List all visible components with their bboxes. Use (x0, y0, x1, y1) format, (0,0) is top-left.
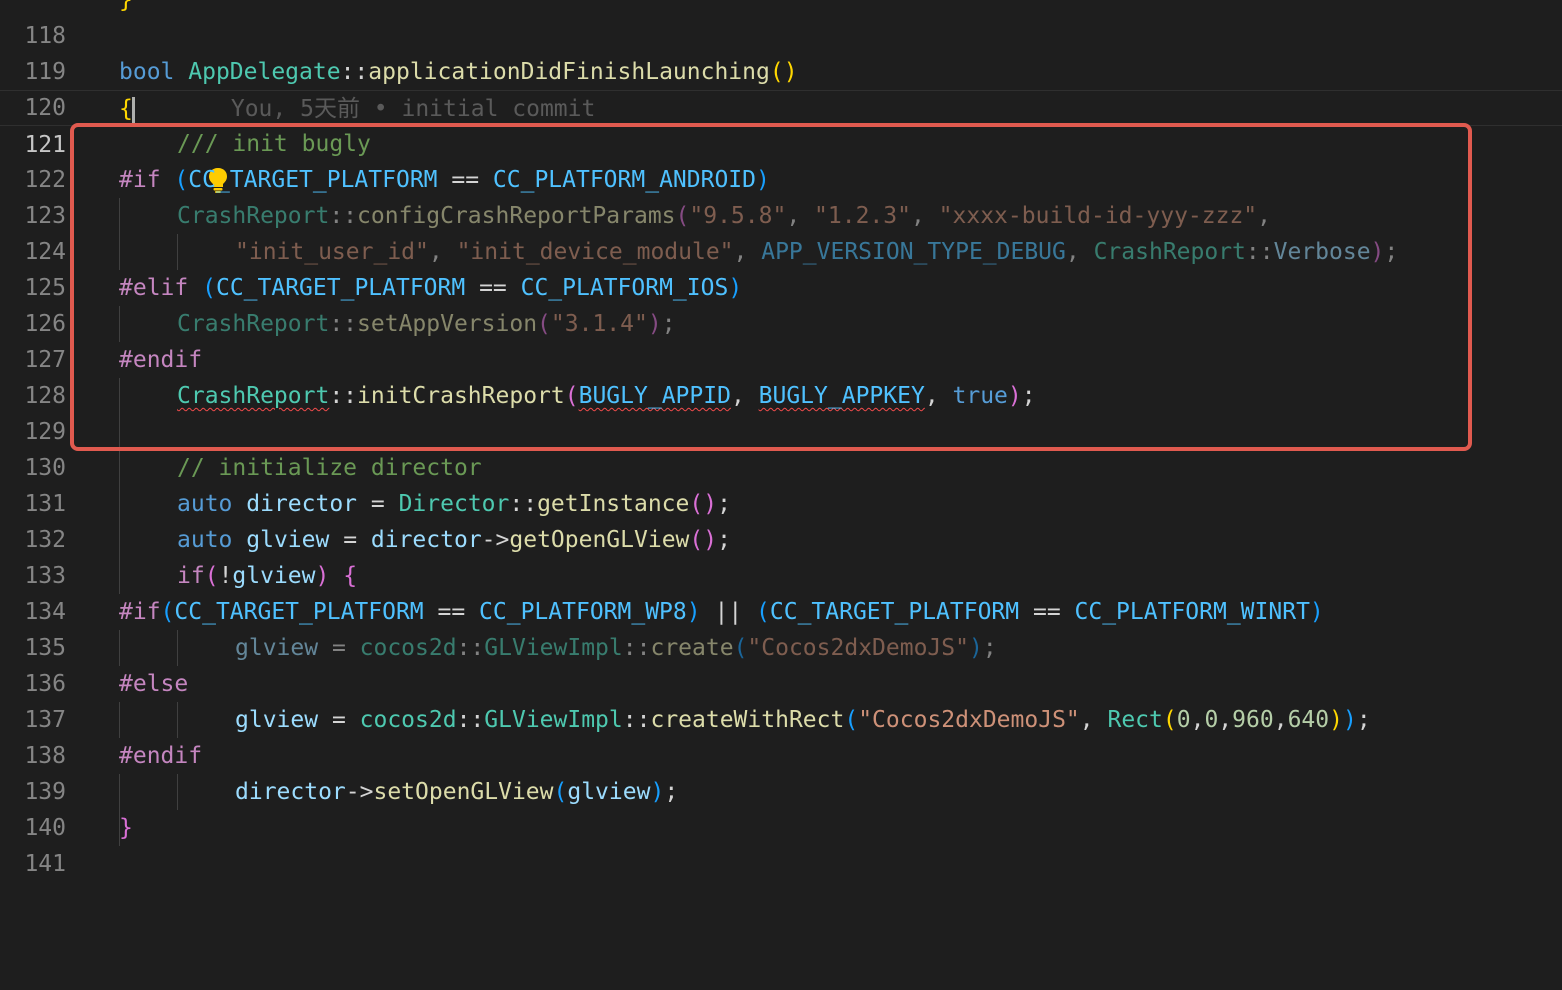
code-line[interactable]: 137 #else (0, 666, 1562, 733)
code-text: // initialize director (177, 455, 482, 481)
code-line[interactable]: 131 // initialize director (0, 450, 1562, 517)
code-text: glview = cocos2d::GLViewImpl::createWith… (235, 707, 1371, 733)
code-line[interactable]: 120 bool AppDelegate::applicationDidFini… (0, 54, 1562, 121)
text-cursor (131, 96, 135, 123)
code-text: bool AppDelegate::applicationDidFinishLa… (119, 59, 798, 85)
code-line[interactable]: 138 glview = cocos2d::GLViewImpl::create… (0, 702, 1562, 769)
code-line[interactable]: 139 #endif (0, 738, 1562, 805)
line-number: 141 (24, 851, 66, 877)
code-line[interactable]: 119 (0, 18, 1562, 85)
code-text: if(!glview) { (177, 563, 358, 589)
code-text: #if(CC_TARGET_PLATFORM == CC_PLATFORM_WP… (119, 599, 1324, 625)
code-text: } (119, 815, 133, 841)
code-line-active[interactable]: 121 {You, 5天前 • initial commit (0, 90, 1562, 158)
code-line[interactable]: 135 #if(CC_TARGET_PLATFORM == CC_PLATFOR… (0, 594, 1562, 661)
git-blame-annotation: You, 5天前 • initial commit (230, 96, 596, 122)
code-line[interactable]: 133 auto glview = director->getOpenGLVie… (0, 522, 1562, 589)
code-line[interactable]: 118 } (0, 0, 1562, 49)
code-text: #else (119, 671, 189, 697)
code-text: } (119, 0, 133, 13)
code-line[interactable]: 136 glview = cocos2d::GLViewImpl::create… (0, 630, 1562, 697)
code-text: auto director = Director::getInstance(); (177, 491, 731, 517)
code-line[interactable]: 132 auto director = Director::getInstanc… (0, 486, 1562, 553)
code-text: auto glview = director->getOpenGLView(); (177, 527, 731, 553)
code-text: #endif (119, 743, 203, 769)
code-text: glview = cocos2d::GLViewImpl::create("Co… (235, 635, 997, 661)
annotation-highlight-box (70, 123, 1472, 451)
code-text: {You, 5天前 • initial commit (119, 96, 596, 123)
code-line[interactable]: 141 } (0, 810, 1562, 877)
code-line[interactable]: 134 if(!glview) { (0, 558, 1562, 625)
code-line[interactable]: 140 director->setOpenGLView(glview); (0, 774, 1562, 841)
code-text: director->setOpenGLView(glview); (235, 779, 679, 805)
